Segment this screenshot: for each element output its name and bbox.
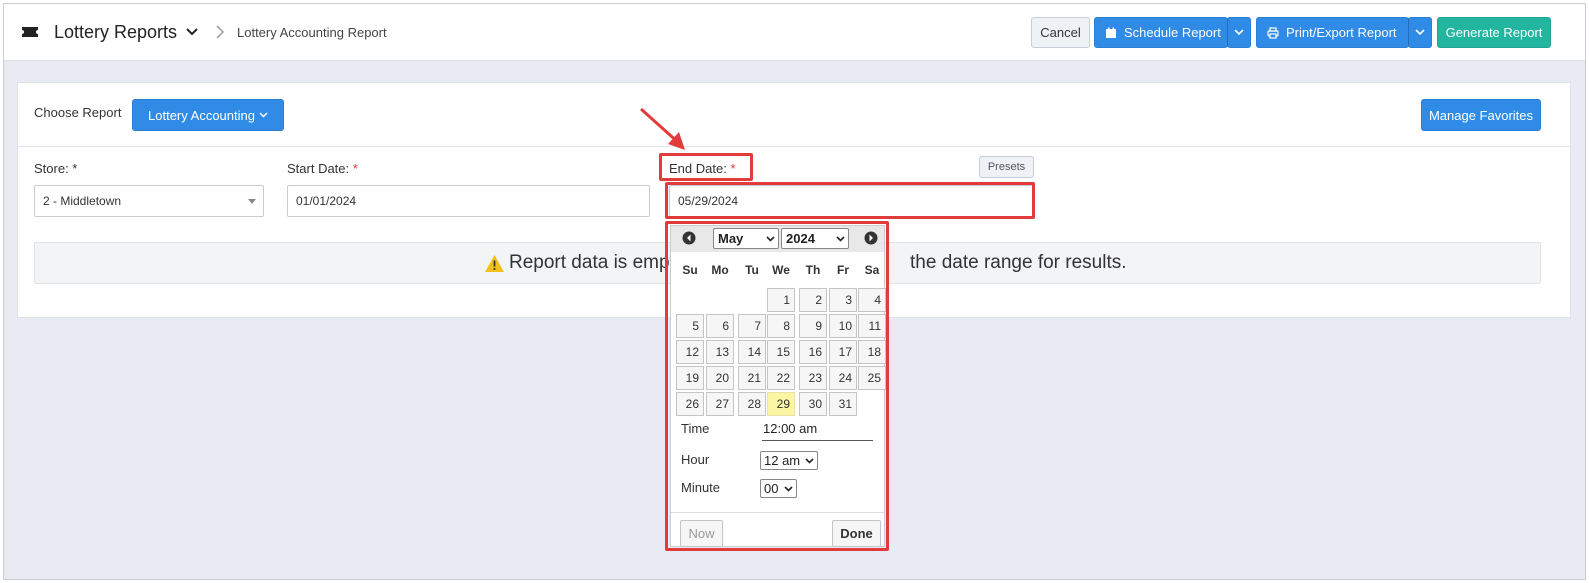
schedule-report-button[interactable]: Schedule Report (1094, 17, 1228, 48)
warning-icon (485, 255, 504, 272)
start-date-label: Start Date: * (287, 161, 358, 176)
chevron-down-icon (1234, 29, 1244, 36)
manage-favorites-button[interactable]: Manage Favorites (1421, 99, 1541, 131)
choose-report-label: Choose Report (34, 105, 122, 120)
top-bar: Lottery Reports Lottery Accounting Repor… (4, 4, 1585, 61)
schedule-report-label: Schedule Report (1124, 25, 1221, 40)
empty-message-text-tail: the date range for results. (910, 252, 1127, 273)
breadcrumb: Lottery Accounting Report (237, 25, 387, 40)
annotation-highlight-calendar (665, 221, 889, 551)
generate-report-button[interactable]: Generate Report (1437, 17, 1551, 48)
printer-icon (1267, 26, 1279, 39)
chevron-down-icon (259, 112, 268, 118)
empty-message-text: Report data is empty. (509, 252, 689, 273)
start-date-input[interactable]: 01/01/2024 (287, 185, 650, 217)
calendar-icon (1106, 27, 1116, 38)
annotation-highlight-label (659, 153, 753, 181)
print-export-button[interactable]: Print/Export Report (1256, 17, 1409, 48)
ticket-icon (22, 27, 38, 37)
store-select[interactable]: 2 - Middletown (34, 185, 264, 217)
chevron-down-icon[interactable] (186, 27, 198, 37)
print-export-label: Print/Export Report (1286, 25, 1397, 40)
report-select-label: Lottery Accounting (148, 107, 255, 123)
report-select-button[interactable]: Lottery Accounting (132, 99, 284, 131)
annotation-highlight-input (665, 182, 1035, 219)
presets-button[interactable]: Presets (979, 156, 1034, 178)
app-window: Lottery Reports Lottery Accounting Repor… (3, 3, 1586, 580)
store-label: Store: * (34, 161, 78, 176)
schedule-report-dropdown[interactable] (1227, 17, 1251, 48)
annotation-arrow-icon (639, 107, 685, 150)
app-title[interactable]: Lottery Reports (54, 22, 177, 43)
required-mark: * (352, 161, 358, 176)
print-export-dropdown[interactable] (1408, 17, 1432, 48)
store-select-value: 2 - Middletown (43, 194, 122, 208)
divider (18, 146, 1570, 147)
cancel-button[interactable]: Cancel (1031, 17, 1090, 48)
caret-down-icon (248, 199, 256, 204)
chevron-right-icon (216, 25, 224, 39)
chevron-down-icon (1415, 29, 1425, 36)
